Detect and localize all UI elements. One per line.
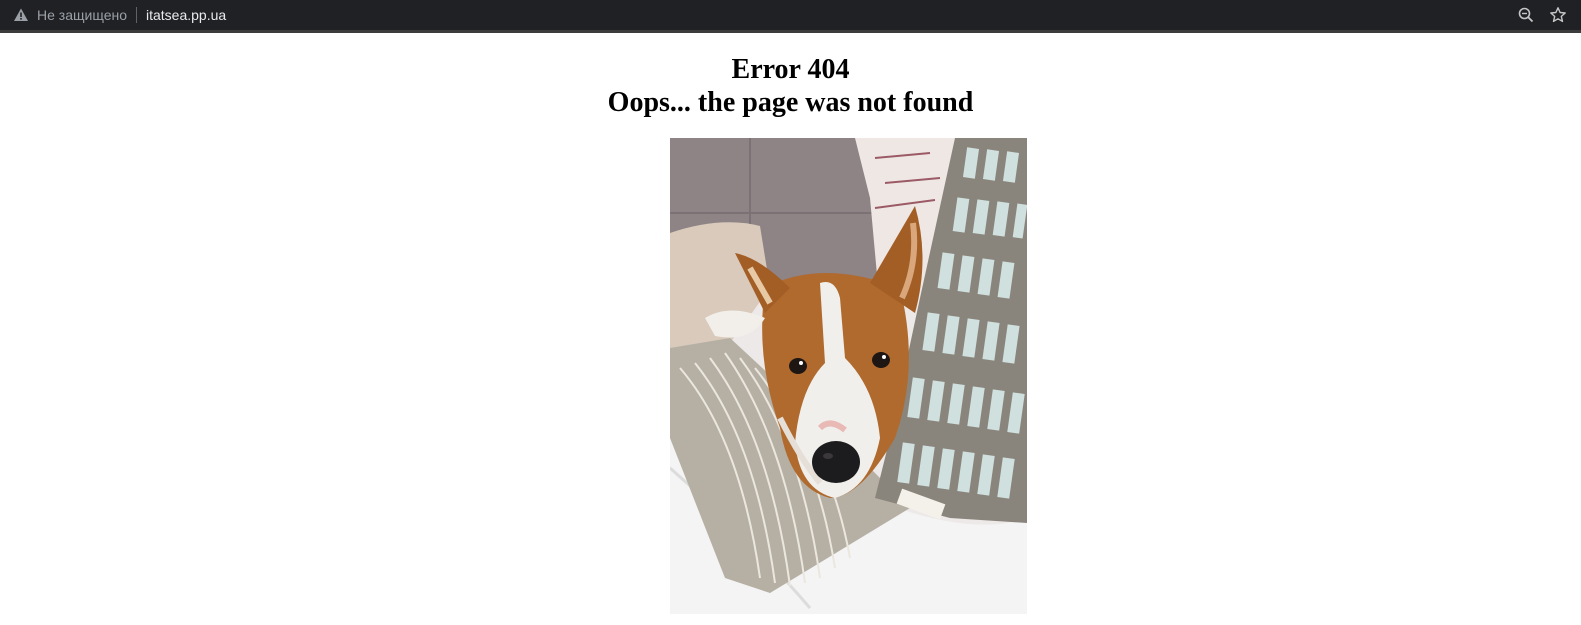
security-status-label[interactable]: Не защищено [37, 7, 127, 23]
warning-icon[interactable] [13, 7, 29, 23]
bookmark-star-icon[interactable] [1549, 6, 1567, 24]
toolbar-actions [1503, 0, 1567, 30]
error-code: Error 404 [731, 54, 850, 85]
address-bar[interactable]: Не защищено itatsea.pp.ua [0, 0, 226, 30]
browser-toolbar: Не защищено itatsea.pp.ua [0, 0, 1581, 33]
error-message: Oops... the page was not found [607, 87, 974, 118]
url-text[interactable]: itatsea.pp.ua [146, 7, 226, 23]
zoom-icon[interactable] [1517, 6, 1535, 24]
error-title: Error 404 Oops... the page was not found [0, 53, 1581, 119]
address-divider [136, 7, 137, 23]
dog-photo [670, 138, 1027, 614]
page-content: Error 404 Oops... the page was not found [0, 33, 1581, 625]
